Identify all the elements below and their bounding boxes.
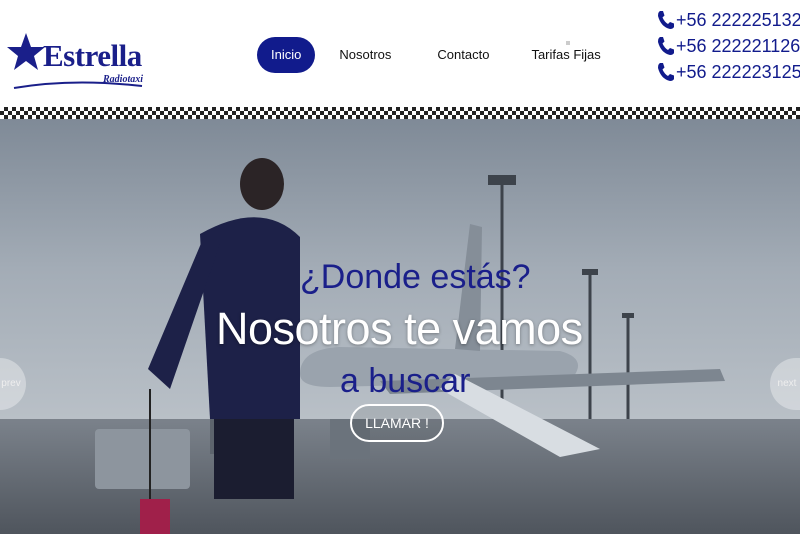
nav-item-contacto[interactable]: Contacto bbox=[423, 37, 503, 73]
phone-icon bbox=[658, 37, 674, 55]
phone-list: +56 222225132 +56 222221126 +56 22222312… bbox=[656, 7, 800, 85]
hero-question: ¿Donde estás? bbox=[300, 258, 531, 296]
phone-icon bbox=[658, 63, 674, 81]
phone-entry[interactable]: +56 222221126 bbox=[656, 33, 800, 59]
phone-icon bbox=[658, 11, 674, 29]
brand-subtitle: Radiotaxi bbox=[103, 74, 144, 85]
call-button[interactable]: LLAMAR ! bbox=[350, 404, 444, 442]
checkered-strip bbox=[0, 107, 800, 119]
nav-item-inicio[interactable]: Inicio bbox=[257, 37, 316, 73]
brand-logo[interactable]: Estrella Radiotaxi bbox=[6, 30, 146, 92]
phone-number: +56 222223125 bbox=[676, 61, 800, 82]
phone-number: +56 222225132 bbox=[676, 9, 800, 30]
phone-entry[interactable]: +56 222223125 bbox=[656, 59, 800, 85]
nav-marker bbox=[566, 41, 570, 45]
phone-entry[interactable]: +56 222225132 bbox=[656, 7, 800, 33]
hero-slider: prev next ¿Donde estás? Nosotros te vamo… bbox=[0, 119, 800, 534]
star-icon bbox=[7, 33, 45, 70]
hero-title: Nosotros te vamos bbox=[216, 303, 583, 354]
phone-number: +56 222221126 bbox=[676, 35, 800, 56]
brand-name: Estrella bbox=[43, 38, 142, 73]
nav-item-nosotros[interactable]: Nosotros bbox=[325, 37, 405, 73]
site-header: Estrella Radiotaxi Inicio Nosotros Conta… bbox=[0, 0, 800, 108]
hero-subtitle: a buscar bbox=[340, 362, 471, 400]
